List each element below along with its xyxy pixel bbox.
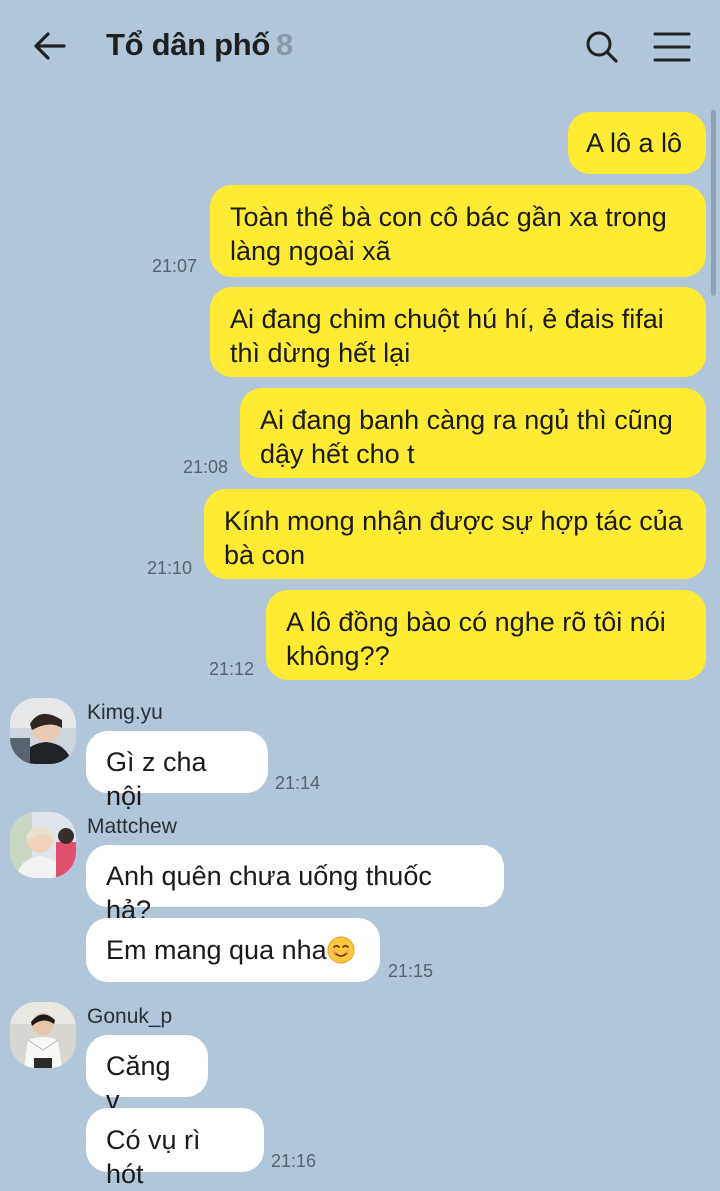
incoming-message[interactable]: Có vụ rì hót: [86, 1108, 264, 1189]
message-text: Ai đang banh càng ra ngủ thì cũng dậy hế…: [260, 405, 673, 469]
avatar[interactable]: [10, 698, 76, 764]
sender-name: Kimg.yu: [87, 701, 163, 724]
scrollbar[interactable]: [711, 110, 716, 296]
message-time: 21:12: [209, 659, 255, 679]
message-time: 21:10: [147, 558, 193, 578]
arrow-left-icon: [34, 32, 66, 60]
search-button[interactable]: [582, 27, 622, 67]
chat-title-block: Tổ dân phố 8: [106, 27, 293, 63]
outgoing-message[interactable]: Ai đang chim chuột hú hí, ẻ đais fifai t…: [210, 287, 706, 377]
outgoing-message[interactable]: Kính mong nhận được sự hợp tác của bà co…: [204, 489, 706, 579]
message-time: 21:16: [271, 1151, 317, 1171]
sender-name: Mattchew: [87, 815, 177, 838]
smiling-face-icon: [327, 936, 355, 964]
message-time: 21:15: [388, 961, 434, 981]
sender-name: Gonuk_p: [87, 1005, 173, 1028]
hamburger-menu-icon: [653, 32, 691, 62]
incoming-message[interactable]: Anh quên chưa uống thuốc hả?: [86, 845, 504, 925]
avatar[interactable]: [10, 812, 76, 878]
user-avatar: [10, 1002, 76, 1068]
message-time: 21:14: [275, 773, 321, 793]
user-avatar: [10, 812, 76, 878]
message-time: 21:07: [152, 256, 198, 276]
member-count: 8: [276, 27, 293, 62]
message-text: A lô a lô: [586, 128, 683, 158]
outgoing-message[interactable]: A lô a lô: [568, 112, 706, 174]
message-time: 21:08: [183, 457, 229, 477]
message-text: A lô đồng bào có nghe rõ tôi nói không??: [286, 607, 666, 671]
user-avatar: [10, 698, 76, 764]
message-text: Toàn thể bà con cô bác gần xa trong làng…: [230, 202, 667, 266]
message-text: Gì z cha nội: [106, 747, 207, 811]
message-text: Căng v: [106, 1051, 171, 1115]
message-text: Ai đang chim chuột hú hí, ẻ đais fifai t…: [230, 304, 664, 368]
outgoing-message[interactable]: Toàn thể bà con cô bác gần xa trong làng…: [210, 185, 706, 277]
outgoing-message[interactable]: A lô đồng bào có nghe rõ tôi nói không??: [266, 590, 706, 680]
chat-header: Tổ dân phố 8: [0, 0, 720, 92]
chat-title: Tổ dân phố: [106, 27, 271, 62]
incoming-message[interactable]: Gì z cha nội: [86, 731, 268, 811]
back-button[interactable]: [28, 26, 72, 66]
incoming-message[interactable]: Căng v: [86, 1035, 208, 1115]
message-text: Em mang qua nha: [106, 935, 327, 965]
outgoing-message[interactable]: Ai đang banh càng ra ngủ thì cũng dậy hế…: [240, 388, 706, 478]
message-text: Kính mong nhận được sự hợp tác của bà co…: [224, 506, 683, 570]
message-text: Anh quên chưa uống thuốc hả?: [106, 861, 432, 925]
avatar[interactable]: [10, 1002, 76, 1068]
message-text: Có vụ rì hót: [106, 1125, 201, 1189]
search-icon: [586, 31, 618, 63]
incoming-message[interactable]: Em mang qua nha: [86, 918, 380, 982]
menu-button[interactable]: [652, 29, 692, 65]
